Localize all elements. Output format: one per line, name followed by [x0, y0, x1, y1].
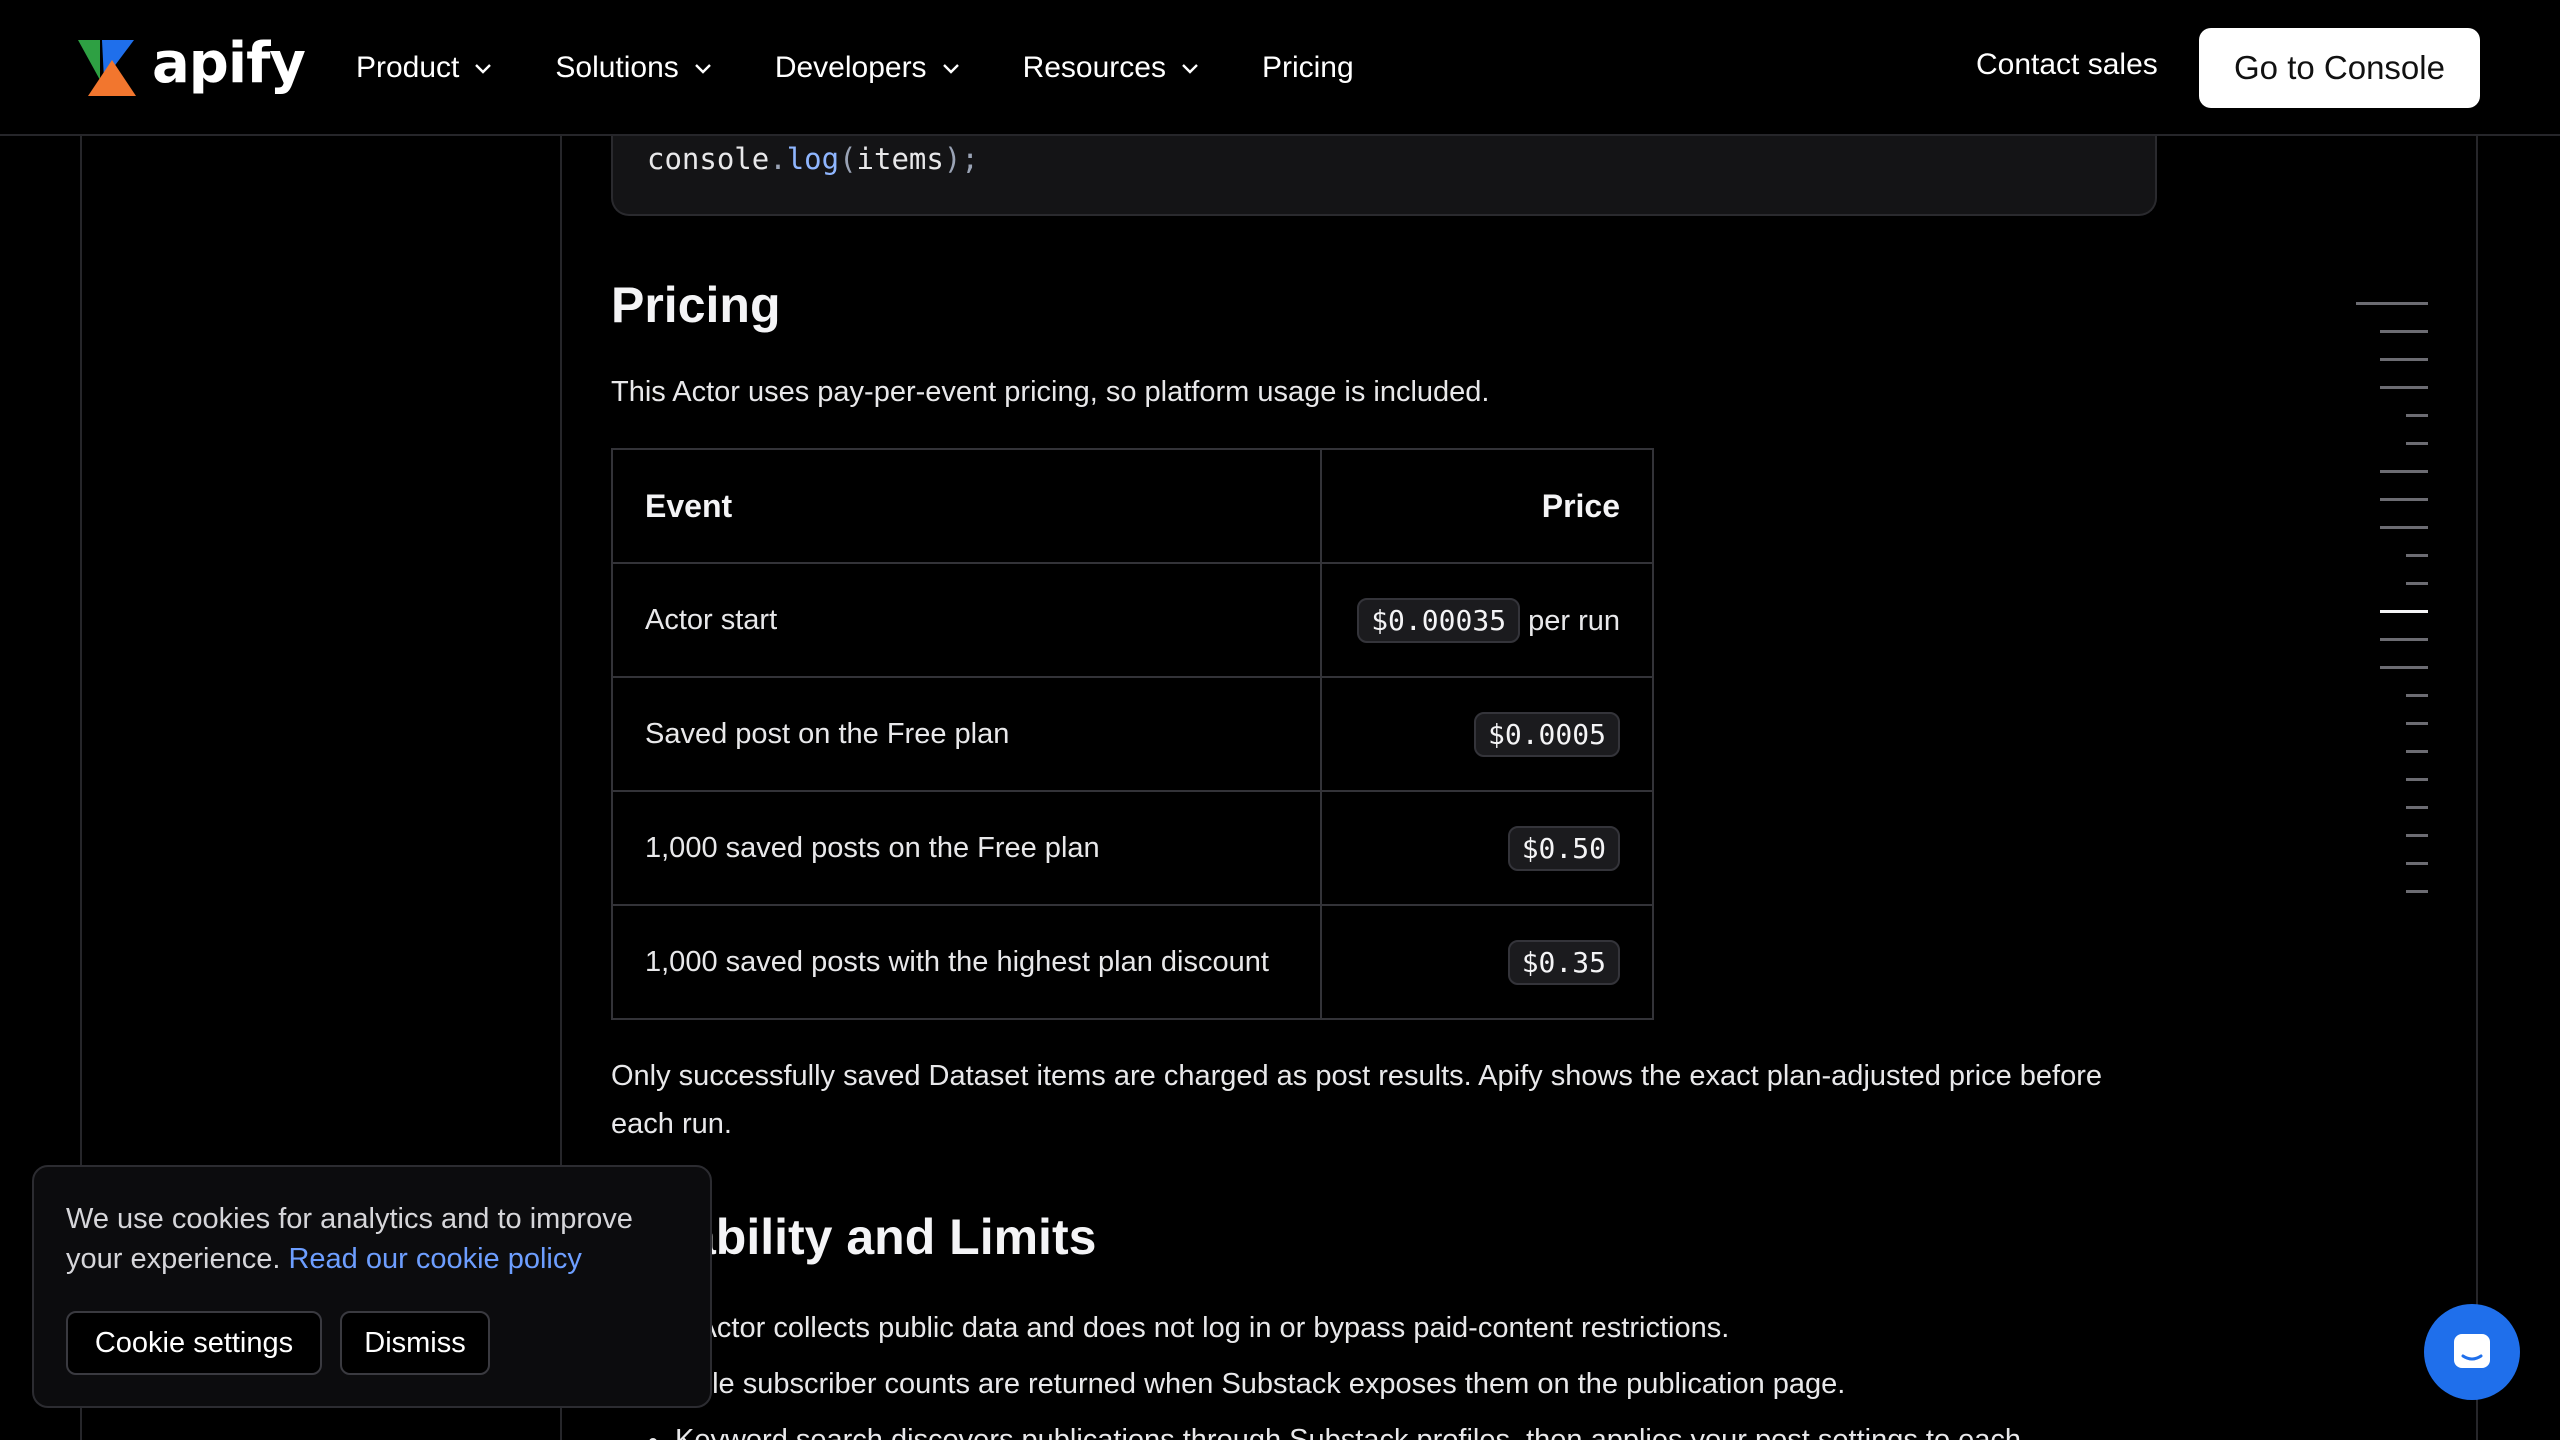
- list-item: Keyword search discovers publications th…: [611, 1416, 2021, 1440]
- toc-tick[interactable]: [2406, 582, 2428, 585]
- go-to-console-button[interactable]: Go to Console: [2199, 28, 2480, 108]
- nav-product[interactable]: Product: [356, 51, 493, 85]
- list-item: sible subscriber counts are returned whe…: [611, 1360, 2021, 1416]
- event-cell: Saved post on the Free plan: [611, 676, 1322, 792]
- chevron-down-icon: [942, 64, 959, 74]
- code-dot: .: [769, 142, 787, 176]
- chevron-down-icon: [475, 64, 492, 74]
- cookie-policy-link[interactable]: Read our cookie policy: [288, 1243, 581, 1275]
- toc-tick[interactable]: [2380, 386, 2428, 389]
- nav-developers[interactable]: Developers: [775, 51, 961, 85]
- toc-tick[interactable]: [2380, 526, 2428, 529]
- chevron-down-icon: [694, 64, 711, 74]
- price-cell: $0.50: [1320, 790, 1654, 906]
- price-cell: $0.35: [1320, 904, 1654, 1020]
- toc-tick-active[interactable]: [2380, 610, 2428, 613]
- nav-solutions[interactable]: Solutions: [555, 51, 712, 85]
- toc-tick[interactable]: [2406, 778, 2428, 781]
- price-pill: $0.0005: [1473, 711, 1620, 757]
- pricing-intro: This Actor uses pay-per-event pricing, s…: [611, 376, 1490, 408]
- price-pill: $0.50: [1507, 825, 1620, 871]
- pricing-note-line-1: Only successfully saved Dataset items ar…: [611, 1060, 2103, 1092]
- table-row: 1,000 saved posts with the highest plan …: [611, 904, 1654, 1020]
- nav-solutions-label: Solutions: [555, 51, 679, 84]
- toc-tick[interactable]: [2406, 834, 2428, 837]
- toc-tick[interactable]: [2380, 638, 2428, 641]
- toc-tick[interactable]: [2380, 358, 2428, 361]
- toc-tick[interactable]: [2406, 722, 2428, 725]
- apify-logo-icon: [78, 40, 136, 96]
- price-pill: $0.00035: [1357, 597, 1521, 643]
- toc-tick[interactable]: [2406, 890, 2428, 893]
- price-cell: $0.00035 per run: [1320, 562, 1654, 678]
- toc-tick[interactable]: [2406, 414, 2428, 417]
- code-object: console: [647, 142, 770, 176]
- table-header-row: Event Price: [611, 448, 1654, 564]
- nav-developers-label: Developers: [774, 51, 927, 84]
- pricing-note-line-2: each run.: [611, 1108, 732, 1140]
- cookie-message: We use cookies for analytics and to impr…: [66, 1199, 686, 1279]
- contact-sales-link[interactable]: Contact sales: [1976, 48, 2158, 82]
- price-suffix: per run: [1528, 604, 1620, 637]
- price-cell: $0.0005: [1320, 676, 1654, 792]
- table-row: Saved post on the Free plan $0.0005: [611, 676, 1654, 792]
- chat-icon: [2454, 1334, 2490, 1368]
- toc-tick[interactable]: [2406, 862, 2428, 865]
- toc-tick[interactable]: [2406, 750, 2428, 753]
- table-row: Actor start $0.00035 per run: [611, 562, 1654, 678]
- nav-pricing[interactable]: Pricing: [1262, 51, 1354, 85]
- toc-tick[interactable]: [2356, 302, 2428, 305]
- toc-tick[interactable]: [2406, 694, 2428, 697]
- table-header-price: Price: [1320, 448, 1654, 564]
- main-nav: Product Solutions Developers Resources P…: [356, 0, 1416, 136]
- nav-product-label: Product: [356, 51, 460, 84]
- limits-list: e Actor collects public data and does no…: [611, 1304, 2021, 1440]
- toc-tick[interactable]: [2406, 442, 2428, 445]
- toc-tick[interactable]: [2380, 498, 2428, 501]
- nav-resources-label: Resources: [1022, 51, 1166, 84]
- event-cell: 1,000 saved posts with the highest plan …: [611, 904, 1322, 1020]
- price-pill: $0.35: [1507, 939, 1620, 985]
- toc-tick[interactable]: [2380, 330, 2428, 333]
- code-method: log: [786, 142, 840, 176]
- list-item: e Actor collects public data and does no…: [611, 1304, 2021, 1360]
- code-line: console.log(items);: [647, 142, 979, 176]
- event-cell: Actor start: [611, 562, 1322, 678]
- chevron-down-icon: [1182, 64, 1198, 74]
- apify-logo[interactable]: apify: [78, 36, 306, 96]
- code-arg: items: [856, 142, 944, 176]
- toc-tick[interactable]: [2406, 806, 2428, 809]
- dismiss-button[interactable]: Dismiss: [340, 1311, 490, 1375]
- toc-tick[interactable]: [2406, 554, 2428, 557]
- code-open-paren: (: [839, 142, 857, 176]
- nav-pricing-label: Pricing: [1261, 51, 1354, 84]
- table-row: 1,000 saved posts on the Free plan $0.50: [611, 790, 1654, 906]
- frame-right-line: [2476, 136, 2478, 1440]
- toc-tick[interactable]: [2380, 470, 2428, 473]
- limits-heading: ability and Limits: [688, 1209, 1097, 1265]
- chat-launcher-button[interactable]: [2424, 1304, 2520, 1400]
- pricing-heading: Pricing: [611, 277, 781, 333]
- cookie-settings-button[interactable]: Cookie settings: [66, 1311, 322, 1375]
- cookie-banner: We use cookies for analytics and to impr…: [32, 1165, 712, 1408]
- toc-tick[interactable]: [2380, 666, 2428, 669]
- event-cell: 1,000 saved posts on the Free plan: [611, 790, 1322, 906]
- code-close: );: [943, 142, 979, 176]
- site-header: apify Product Solutions Developers Resou…: [0, 0, 2560, 136]
- table-header-event: Event: [611, 448, 1322, 564]
- logo-text: apify: [152, 31, 306, 96]
- nav-resources[interactable]: Resources: [1023, 51, 1200, 85]
- pricing-table: Event Price Actor start $0.00035 per run…: [611, 448, 1654, 1020]
